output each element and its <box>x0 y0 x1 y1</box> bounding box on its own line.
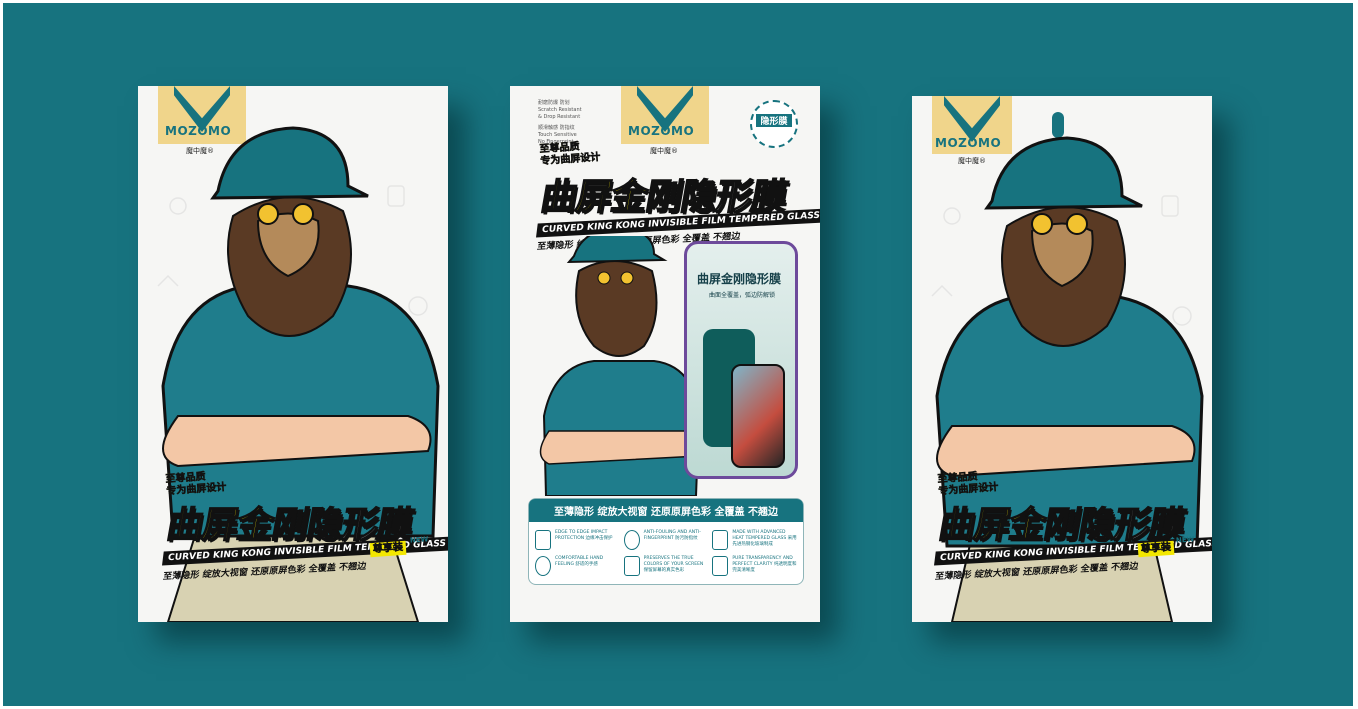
feature-header: 至薄隐形 绽放大视窗 还原原屏色彩 全覆盖 不翘边 <box>529 499 803 522</box>
lion-illustration-small <box>539 236 704 496</box>
feature-item: COMFORTABLE HAND FEELING 舒适的手感 <box>535 556 620 576</box>
feature-item: MADE WITH ADVANCED HEAT TEMPERED GLASS 采… <box>712 530 797 550</box>
phone-icon <box>712 530 729 550</box>
phone-visual: 曲屏金刚隐形膜 曲面全覆盖，弧边防解锁 <box>684 241 798 479</box>
phone-subtitle: 曲面全覆盖，弧边防解锁 <box>709 292 776 299</box>
feature-panel: 至薄隐形 绽放大视窗 还原原屏色彩 全覆盖 不翘边 EDGE TO EDGE I… <box>528 498 804 585</box>
feature-item: PRESERVES THE TRUE COLORS OF YOUR SCREEN… <box>623 556 709 576</box>
hand-icon <box>535 556 551 576</box>
new-label: NEW <box>1175 535 1195 545</box>
fingerprint-icon <box>623 530 640 550</box>
screen-icon <box>623 556 640 576</box>
phone-icon <box>535 530 551 550</box>
feature-item: ANTI-FOULING AND ANTI-FINGERPRINT 防污防指纹 <box>623 530 709 550</box>
phone-front <box>731 364 785 468</box>
brand-cn: 魔中魔® <box>650 147 678 155</box>
tagline: 至尊品质 专为曲屏设计 <box>165 471 227 498</box>
clarity-icon <box>712 556 729 576</box>
new-label: NEW <box>409 535 429 545</box>
phone-title: 曲屏金刚隐形膜 <box>697 272 782 286</box>
brand-badge: MOZOMO <box>621 86 709 144</box>
package-back: MOZOMO 魔中魔® 耐磨防爆 防划 Scratch Resistant & Dr… <box>510 86 820 622</box>
seal-badge: 隐形膜 <box>750 100 798 148</box>
edition-label: 尊享装 <box>1137 540 1175 558</box>
feature-item: PURE TRANSPARENCY AND PERFECT CLARITY 纯透… <box>712 556 797 576</box>
package-front-left: MOZOMO 魔中魔® 至尊品质 专为曲屏设计 曲屏金刚隐形膜 CURVED K… <box>138 86 448 622</box>
tagline: 至尊品质 专为曲屏设计 <box>937 471 999 498</box>
edition-label: 尊享装 <box>369 540 407 558</box>
feature-notes: 耐磨防爆 防划 Scratch Resistant & Drop Resistant… <box>538 100 582 145</box>
tagline: 至尊品质 专为曲屏设计 <box>539 141 601 168</box>
feature-item: EDGE TO EDGE IMPACT PROTECTION 边缘冲击保护 <box>535 530 620 550</box>
package-front-right: MOZOMO 魔中魔® 至尊品质 专为曲屏设计 曲屏金刚隐形膜 CURVED K… <box>912 96 1212 622</box>
brand-name: MOZOMO <box>628 124 695 138</box>
